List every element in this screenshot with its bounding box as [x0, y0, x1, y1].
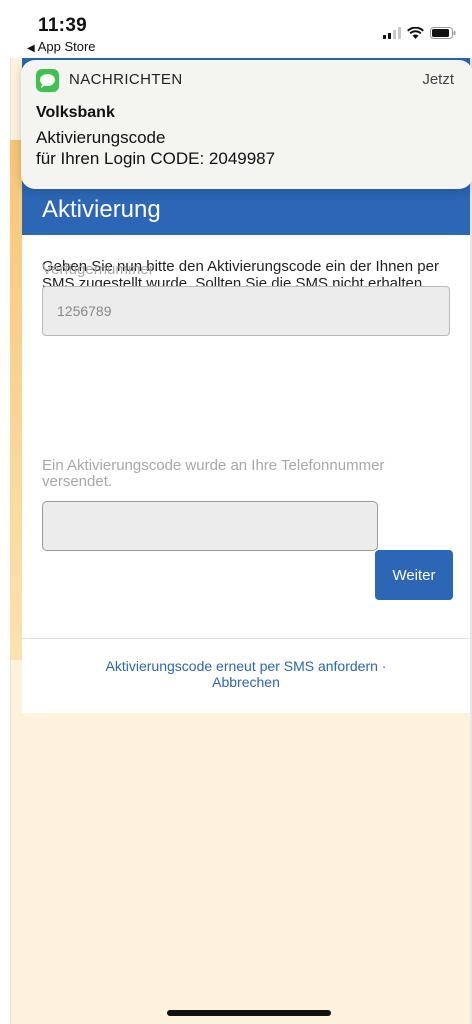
verfuegernummer-field[interactable] [42, 286, 450, 336]
divider [22, 638, 470, 639]
signal-icon [383, 27, 401, 39]
notification-app-name: NACHRICHTEN [69, 71, 183, 88]
notification-message-line2: für Ihren Login CODE: 2049987 [36, 149, 276, 168]
battery-icon [430, 27, 456, 39]
messages-app-icon [36, 69, 59, 92]
activation-form: Geben Sie nun bitte den Aktivierungscode… [22, 235, 470, 713]
notification-sender: Volksbank [36, 104, 115, 121]
notification-time: Jetzt [422, 71, 454, 88]
home-indicator[interactable] [167, 1010, 331, 1016]
wifi-icon [407, 27, 424, 39]
sms-notification[interactable]: NACHRICHTEN Jetzt Volksbank Aktivierungs… [21, 60, 472, 189]
footer-links: Aktivierungscode erneut per SMS anforder… [22, 658, 470, 690]
notification-message-line1: Aktivierungscode [36, 128, 166, 147]
page-title: Aktivierung [42, 196, 161, 223]
field-label-verfuegernummer: Verfügernummer [42, 261, 154, 278]
weiter-button[interactable]: Weiter [375, 550, 453, 600]
clock: 11:39 [38, 15, 88, 36]
field-label-activation-code: Ein Aktivierungscode wurde an Ihre Telef… [42, 457, 385, 490]
back-triangle-icon: ◀ [27, 43, 35, 54]
system-icons [383, 27, 456, 39]
resend-sms-link[interactable]: Aktivierungscode erneut per SMS anforder… [106, 658, 387, 674]
status-bar: 11:39 ◀ App Store [0, 0, 472, 58]
cancel-link[interactable]: Abbrechen [212, 674, 280, 690]
back-to-app-store[interactable]: ◀ App Store [27, 39, 96, 54]
activation-code-field[interactable] [42, 501, 378, 551]
back-label: App Store [37, 39, 96, 54]
side-decoration [10, 140, 22, 660]
